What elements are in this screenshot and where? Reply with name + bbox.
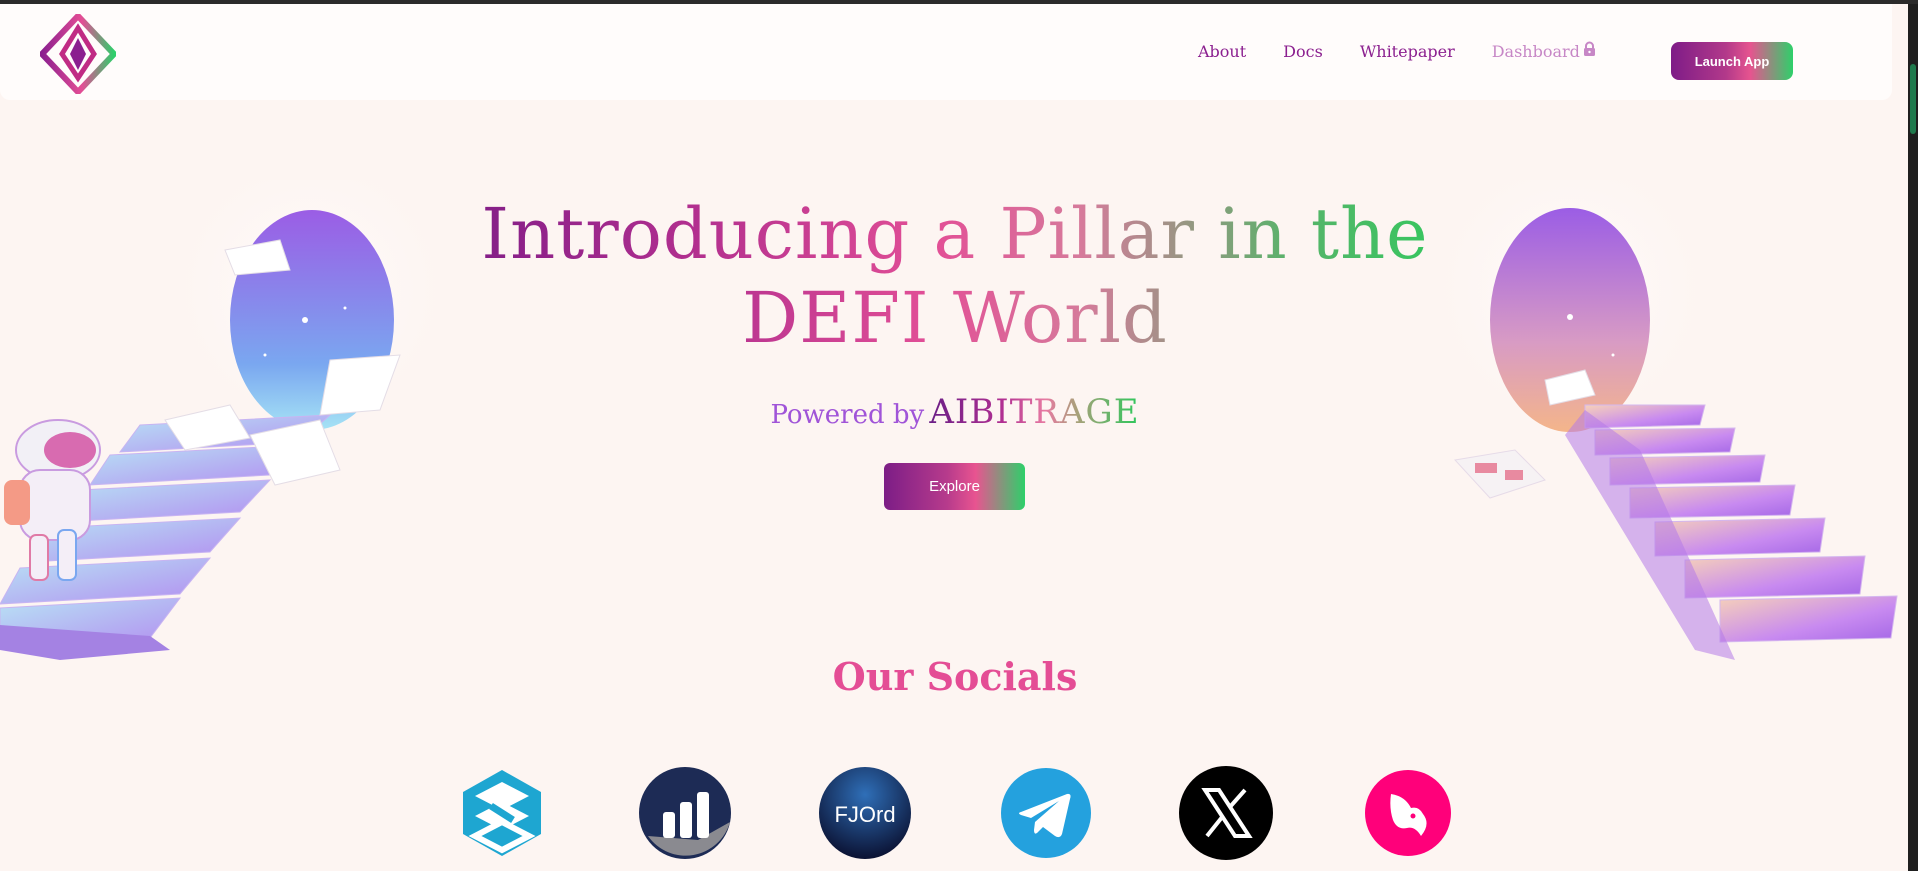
nav-dashboard-link[interactable]: Dashboard [1491,41,1597,61]
fjord-label: FJOrd [834,802,895,827]
explore-button[interactable]: Explore [884,463,1025,510]
nav-whitepaper-link[interactable]: Whitepaper [1360,42,1455,61]
hero-title-line1: Introducing a Pillar in the [430,192,1480,276]
powered-by-prefix: Powered by [770,400,925,430]
right-portal-illustration [1435,180,1898,660]
dexscreener-icon[interactable] [638,766,732,860]
powered-by-brand: AIBITRAGE [929,392,1140,432]
nav-docs-link[interactable]: Docs [1283,42,1323,61]
top-navbar: About Docs Whitepaper Dashboard Launch A… [0,4,1892,100]
dextools-icon[interactable] [455,766,549,860]
launch-app-button[interactable]: Launch App [1671,42,1793,80]
nav-links: About Docs Whitepaper Dashboard [1198,41,1597,61]
uniswap-icon[interactable] [1361,766,1455,860]
aibitrage-logo[interactable] [40,14,116,94]
hero-title-line2: DEFI World [430,276,1480,360]
socials-title: Our Socials [832,654,1078,699]
page-scrollbar[interactable] [1908,4,1918,871]
powered-by-line: Powered by AIBITRAGE [430,392,1480,432]
scrollbar-thumb[interactable] [1910,64,1916,134]
x-icon[interactable] [1179,766,1273,860]
left-portal-illustration [0,180,460,660]
hero-title: Introducing a Pillar in the DEFI World [430,192,1480,360]
telegram-icon[interactable] [999,766,1093,860]
lock-icon [1583,41,1595,56]
nav-about-link[interactable]: About [1198,42,1246,61]
fjord-icon[interactable]: FJOrd [818,766,912,860]
nav-dashboard-label: Dashboard [1491,42,1580,61]
